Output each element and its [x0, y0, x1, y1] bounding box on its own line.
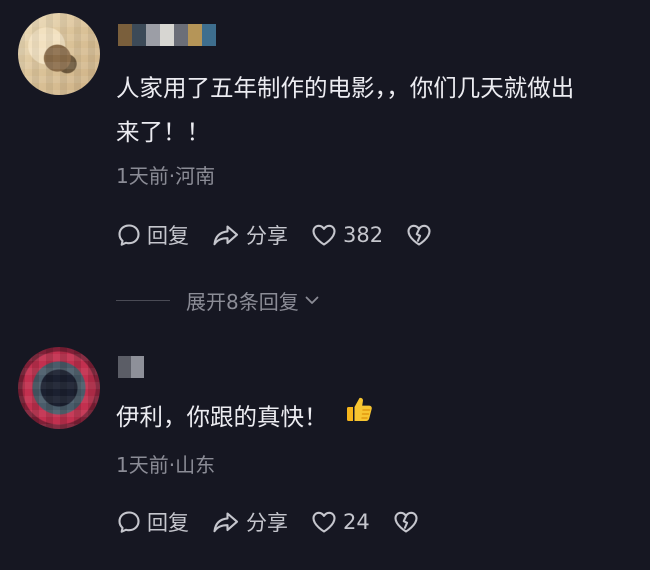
share-label: 分享 [246, 224, 288, 248]
expand-replies-button[interactable]: 展开8条回复 [116, 286, 321, 314]
avatar[interactable] [18, 13, 100, 95]
chevron-down-icon [303, 291, 321, 309]
comment-meta: 1天前·山东 [116, 453, 216, 477]
like-count: 24 [343, 510, 370, 534]
username-blurred[interactable] [118, 24, 216, 46]
comment-actions: 回复 分享 24 [116, 507, 442, 537]
like-count: 382 [343, 223, 384, 247]
comment-text-line: 伊利，你跟的真快！ [116, 403, 328, 431]
share-button[interactable]: 分享 [211, 220, 288, 250]
dislike-button[interactable] [392, 509, 420, 535]
comment-meta: 1天前·河南 [116, 164, 216, 188]
comment-actions: 回复 分享 382 [116, 220, 455, 250]
divider [116, 299, 170, 301]
username-blurred[interactable] [118, 356, 144, 378]
speech-bubble-icon [116, 509, 142, 535]
broken-heart-icon [392, 509, 420, 535]
dislike-button[interactable] [405, 222, 433, 248]
comment-text-line: 来了！！ [116, 118, 210, 146]
broken-heart-icon [405, 222, 433, 248]
share-button[interactable]: 分享 [211, 507, 288, 537]
share-label: 分享 [246, 511, 288, 535]
comment-text: 人家用了五年制作的电影，，你们几天就做出 来了！！ [116, 66, 636, 154]
expand-replies-label: 展开8条回复 [186, 289, 299, 314]
reply-button[interactable]: 回复 [116, 220, 189, 250]
like-button[interactable]: 24 [310, 509, 370, 535]
share-arrow-icon [211, 222, 241, 248]
thumbs-up-icon [344, 394, 374, 438]
share-arrow-icon [211, 509, 241, 535]
like-button[interactable]: 382 [310, 222, 383, 248]
reply-button[interactable]: 回复 [116, 507, 189, 537]
avatar[interactable] [18, 347, 100, 429]
reply-label: 回复 [147, 511, 189, 535]
comment-list: 人家用了五年制作的电影，，你们几天就做出 来了！！ 1天前·河南 回复 分享 3… [0, 0, 650, 570]
speech-bubble-icon [116, 222, 142, 248]
reply-label: 回复 [147, 224, 189, 248]
heart-icon [310, 222, 338, 248]
comment-text-line: 人家用了五年制作的电影，，你们几天就做出 [116, 74, 575, 102]
comment-text: 伊利，你跟的真快！ [116, 395, 636, 441]
heart-icon [310, 509, 338, 535]
